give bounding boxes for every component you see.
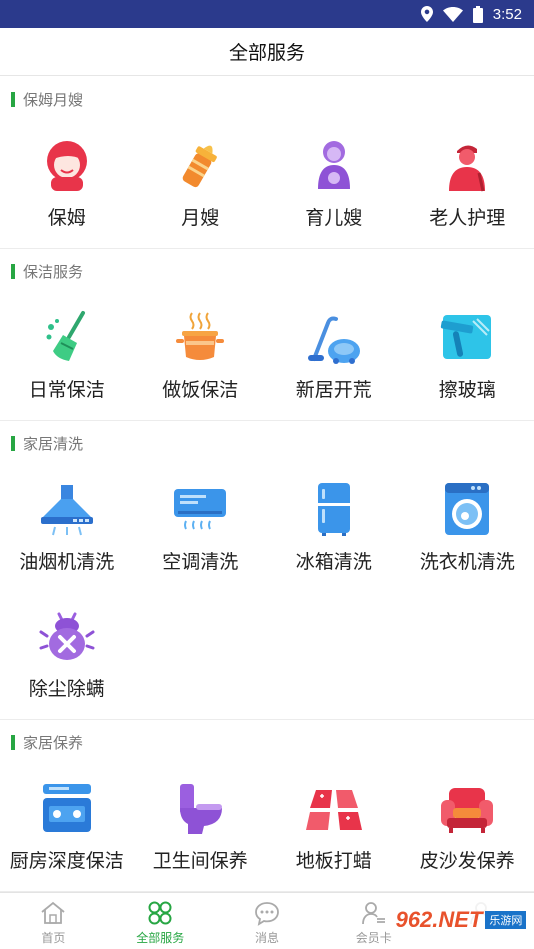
service-label: 日常保洁 — [28, 380, 105, 401]
service-label: 擦玻璃 — [438, 380, 496, 401]
status-time: 3:52 — [492, 5, 522, 23]
section-title: 保姆月嫂 — [23, 91, 84, 109]
service-label: 卫生间保养 — [152, 851, 248, 872]
service-bathroom-maintenance[interactable]: 卫生间保养 — [134, 764, 268, 891]
chat-icon — [253, 899, 281, 927]
service-ac-cleaning[interactable]: 空调清洗 — [134, 465, 268, 592]
childcare-icon — [304, 135, 364, 195]
window-squeegee-icon — [437, 307, 497, 367]
service-window-cleaning[interactable]: 擦玻璃 — [401, 293, 534, 420]
section-header: 家居清洗 — [0, 421, 534, 465]
service-kitchen-deep-cleaning[interactable]: 厨房深度保洁 — [0, 764, 134, 891]
section-title: 保洁服务 — [23, 263, 84, 281]
sofa-icon — [437, 778, 497, 838]
air-conditioner-icon — [170, 479, 230, 539]
service-dust-mite-removal[interactable]: 除尘除螨 — [0, 592, 134, 719]
section-title: 家居保养 — [23, 734, 84, 752]
mite-icon — [37, 606, 97, 666]
section-marker — [11, 435, 15, 451]
tab-home[interactable]: 首页 — [0, 893, 107, 949]
service-cooking-cleaning[interactable]: 做饭保洁 — [134, 293, 268, 420]
service-nanny[interactable]: 保姆 — [0, 121, 134, 248]
section-header: 保洁服务 — [0, 249, 534, 293]
vacuum-icon — [304, 307, 364, 367]
section-nanny: 保姆月嫂 保姆 月嫂 育儿嫂 老人护理 — [0, 77, 534, 249]
baby-bottle-icon — [170, 135, 230, 195]
home-icon — [39, 899, 67, 927]
section-header: 保姆月嫂 — [0, 77, 534, 121]
service-label: 新居开荒 — [295, 380, 372, 401]
page-title: 全部服务 — [0, 28, 534, 76]
clover-icon — [146, 899, 174, 927]
service-maternity-matron[interactable]: 月嫂 — [134, 121, 268, 248]
broom-icon — [37, 307, 97, 367]
section-marker — [11, 91, 15, 107]
service-floor-waxing[interactable]: 地板打蜡 — [267, 764, 401, 891]
service-label: 地板打蜡 — [295, 851, 372, 872]
service-label: 除尘除螨 — [28, 679, 105, 700]
nanny-icon — [37, 135, 97, 195]
service-label: 月嫂 — [181, 208, 220, 229]
service-label: 老人护理 — [429, 208, 506, 229]
watermark-subtext: 乐游网 — [485, 911, 527, 929]
range-hood-icon — [37, 479, 97, 539]
service-label: 育儿嫂 — [305, 208, 363, 229]
tab-label: 会员卡 — [355, 931, 392, 945]
wifi-icon — [442, 6, 463, 22]
service-daily-cleaning[interactable]: 日常保洁 — [0, 293, 134, 420]
service-new-home-cleaning[interactable]: 新居开荒 — [267, 293, 401, 420]
services-list[interactable]: 保姆月嫂 保姆 月嫂 育儿嫂 老人护理 保洁服务 日常保洁 做饭保洁 新居开荒 … — [0, 77, 534, 892]
service-label: 厨房深度保洁 — [9, 851, 124, 872]
service-washer-cleaning[interactable]: 洗衣机清洗 — [401, 465, 534, 592]
watermark-text: 962.NET — [395, 907, 483, 932]
floor-tiles-icon — [304, 778, 364, 838]
cooking-pot-icon — [170, 307, 230, 367]
toilet-icon — [170, 778, 230, 838]
kitchen-stove-icon — [37, 778, 97, 838]
section-home-maintenance: 家居保养 厨房深度保洁 卫生间保养 地板打蜡 皮沙发保养 — [0, 720, 534, 892]
section-marker — [11, 734, 15, 750]
member-icon — [360, 899, 388, 927]
location-icon — [420, 6, 433, 22]
section-header: 家居保养 — [0, 720, 534, 764]
status-bar: 3:52 — [0, 0, 534, 28]
service-label: 冰箱清洗 — [295, 552, 372, 573]
service-label: 做饭保洁 — [162, 380, 239, 401]
section-home-washing: 家居清洗 油烟机清洗 空调清洗 冰箱清洗 洗衣机清洗 除尘除螨 — [0, 421, 534, 720]
service-childcare[interactable]: 育儿嫂 — [267, 121, 401, 248]
elderly-care-icon — [437, 135, 497, 195]
service-label: 皮沙发保养 — [419, 851, 515, 872]
section-title: 家居清洗 — [23, 435, 84, 453]
tab-label: 全部服务 — [136, 931, 185, 945]
service-elderly-care[interactable]: 老人护理 — [401, 121, 534, 248]
section-cleaning: 保洁服务 日常保洁 做饭保洁 新居开荒 擦玻璃 — [0, 249, 534, 421]
service-label: 油烟机清洗 — [19, 552, 115, 573]
service-range-hood-cleaning[interactable]: 油烟机清洗 — [0, 465, 134, 592]
tab-all-services[interactable]: 全部服务 — [107, 893, 214, 949]
section-marker — [11, 263, 15, 279]
service-label: 空调清洗 — [162, 552, 239, 573]
service-leather-sofa-care[interactable]: 皮沙发保养 — [401, 764, 534, 891]
fridge-icon — [304, 479, 364, 539]
tab-label: 消息 — [254, 931, 279, 945]
service-label: 保姆 — [47, 208, 86, 229]
watermark-logo: 962.NET 乐游网 — [394, 897, 528, 943]
service-label: 洗衣机清洗 — [419, 552, 515, 573]
washing-machine-icon — [437, 479, 497, 539]
service-fridge-cleaning[interactable]: 冰箱清洗 — [267, 465, 401, 592]
tab-messages[interactable]: 消息 — [214, 893, 321, 949]
tab-label: 首页 — [41, 931, 66, 945]
battery-icon — [472, 5, 483, 23]
